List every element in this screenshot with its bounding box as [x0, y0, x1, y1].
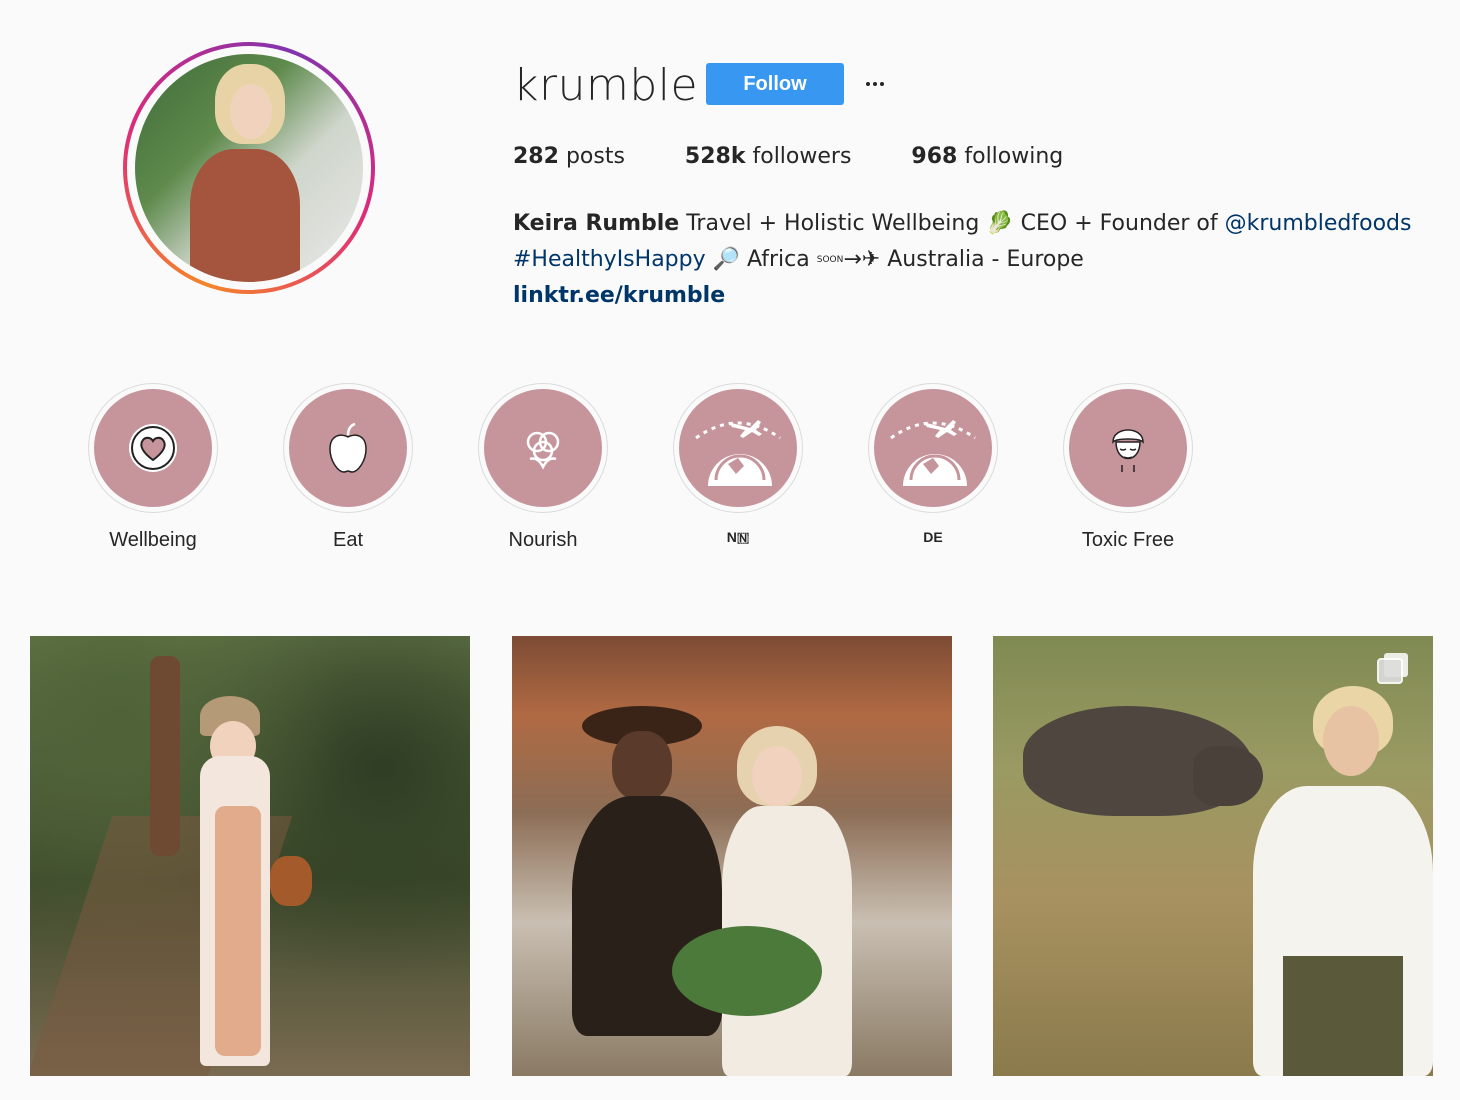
highlight-travel-2[interactable]: DE	[868, 383, 998, 545]
bio-text-3: →✈ Australia - Europe	[843, 247, 1084, 272]
followers-label: followers	[752, 144, 852, 169]
following-count: 968	[911, 144, 958, 169]
face-towel-icon	[1112, 429, 1144, 472]
posts-count: 282	[513, 144, 559, 169]
highlight-label: Toxic Free	[1081, 529, 1175, 551]
heart-icon	[129, 424, 177, 472]
more-options-icon[interactable]	[860, 66, 890, 102]
highlight-wellbeing[interactable]: Wellbeing	[88, 383, 218, 552]
bio-text-2: 🔎 Africa	[705, 247, 817, 272]
highlight-label: N🇳	[726, 529, 750, 545]
highlight-label: DE	[923, 529, 943, 545]
followers-stat[interactable]: 528k followers	[685, 144, 852, 169]
followers-count: 528k	[684, 144, 746, 169]
highlight-label: Wellbeing	[109, 529, 197, 551]
profile-bio: Keira Rumble Travel + Holistic Wellbeing…	[513, 206, 1413, 314]
post-thumbnail-2[interactable]	[512, 636, 952, 1076]
highlight-eat[interactable]: Eat	[283, 383, 413, 552]
profile-username: krumble	[513, 60, 699, 111]
highlight-travel-1[interactable]: N🇳	[673, 383, 803, 546]
highlight-label: Eat	[332, 529, 364, 551]
globe-plane-icon	[890, 420, 976, 486]
bio-text-1: Travel + Holistic Wellbeing 🥬 CEO + Foun…	[679, 211, 1225, 236]
flower-icon	[526, 431, 560, 470]
following-stat[interactable]: 968 following	[911, 144, 1063, 169]
bio-line-3: linktr.ee/krumble	[513, 278, 1413, 314]
avatar-inner	[127, 46, 371, 290]
bio-line-2: #HealthyIsHappy 🔎 Africa SOON→✈ Australi…	[513, 242, 1413, 278]
profile-avatar-ring[interactable]	[123, 42, 375, 294]
avatar	[135, 54, 363, 282]
bio-soon-tag: SOON	[816, 255, 844, 265]
highlight-toxic-free[interactable]: Toxic Free	[1063, 383, 1193, 552]
posts-stat[interactable]: 282 posts	[513, 144, 625, 169]
globe-plane-icon	[695, 420, 781, 486]
following-label: following	[964, 144, 1064, 169]
post-thumbnail-3[interactable]	[993, 636, 1433, 1076]
bio-line-1: Keira Rumble Travel + Holistic Wellbeing…	[513, 206, 1413, 242]
multiple-photos-icon	[1377, 653, 1408, 684]
highlight-nourish[interactable]: Nourish	[478, 383, 608, 552]
bio-hashtag-link[interactable]: #HealthyIsHappy	[513, 247, 706, 272]
follow-button[interactable]: Follow	[706, 63, 844, 105]
bio-mention-link[interactable]: @krumbledfoods	[1225, 211, 1412, 236]
post-thumbnail-1[interactable]	[30, 636, 470, 1076]
apple-icon	[329, 422, 367, 473]
highlight-label: Nourish	[508, 529, 578, 551]
profile-stats: 282 posts 528k followers 968 following	[513, 144, 1123, 169]
bio-name: Keira Rumble	[513, 211, 680, 236]
posts-label: posts	[565, 144, 625, 169]
bio-external-link[interactable]: linktr.ee/krumble	[513, 283, 725, 308]
